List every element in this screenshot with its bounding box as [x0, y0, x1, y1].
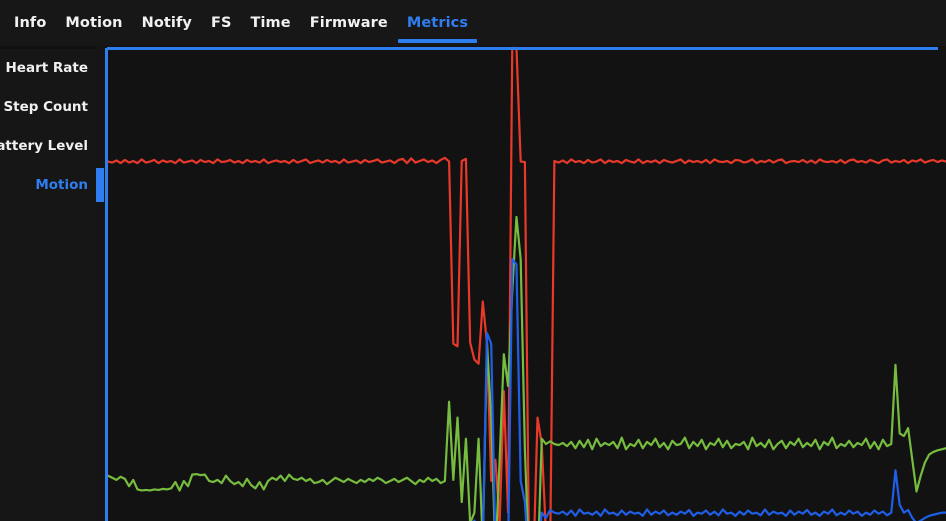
motion-chart-svg	[104, 46, 946, 521]
tab-label: Metrics	[406, 15, 469, 31]
tab-active-underline	[397, 39, 478, 43]
motion-chart[interactable]	[104, 46, 946, 521]
tab-fs[interactable]: FS	[211, 0, 232, 46]
sidebar-item-label: Step Count	[3, 99, 88, 115]
tab-info[interactable]: Info	[14, 0, 46, 46]
sidebar-item-label: Motion	[35, 177, 88, 193]
tab-label: Firmware	[309, 15, 388, 31]
sidebar-item-label: Battery Level	[0, 138, 88, 154]
tab-bar: Info Motion Notify FS Time Firmware Metrics	[0, 0, 946, 46]
tab-firmware[interactable]: Firmware	[310, 0, 388, 46]
tab-metrics[interactable]: Metrics	[397, 0, 478, 46]
metrics-sidebar: Heart Rate Step Count Battery Level Motion	[0, 46, 105, 521]
tab-motion[interactable]: Motion	[65, 0, 122, 46]
sidebar-item-battery-level[interactable]: Battery Level	[0, 126, 96, 166]
tab-label: Notify	[141, 15, 192, 31]
tab-label: Motion	[65, 15, 123, 31]
sidebar-item-label: Heart Rate	[5, 60, 89, 76]
tab-notify[interactable]: Notify	[142, 0, 192, 46]
tab-label: FS	[210, 15, 232, 31]
metrics-window: Info Motion Notify FS Time Firmware Metrics He…	[0, 0, 946, 521]
tab-label: Info	[14, 15, 47, 31]
tab-time[interactable]: Time	[251, 0, 291, 46]
sidebar-item-motion[interactable]: Motion	[0, 165, 96, 205]
tab-label: Time	[250, 15, 291, 31]
sidebar-item-heart-rate[interactable]: Heart Rate	[0, 48, 96, 88]
sidebar-item-step-count[interactable]: Step Count	[0, 87, 96, 127]
